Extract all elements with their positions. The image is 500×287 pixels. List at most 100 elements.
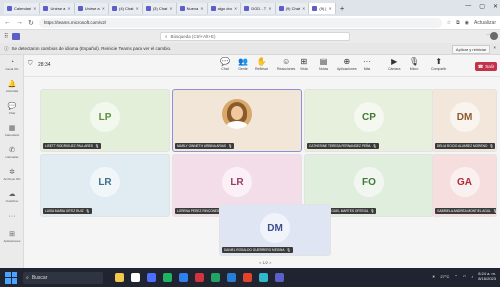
info-icon: ⓘ <box>4 45 9 51</box>
update-button[interactable]: Actualizar <box>474 20 496 26</box>
avatar[interactable] <box>490 32 498 40</box>
close-icon[interactable]: ✕ <box>200 6 203 11</box>
browser-tab[interactable]: DGD ‑ T ✕ <box>241 2 276 14</box>
participant-tile[interactable]: DM DELIA ROCIO ALVAREZ MORENO 🎙 <box>432 89 497 152</box>
clock[interactable]: 8:24 a. m. 8/16/2023 <box>478 271 496 281</box>
extensions-icon[interactable]: ⧉ <box>456 20 460 26</box>
participant-tile[interactable]: GA GABRIELA ANDREA MONTIEL AGUL 🎙 <box>432 154 497 217</box>
close-icon[interactable]: × <box>493 45 496 54</box>
rail-item-bell[interactable]: 🔔 Actividad <box>0 81 24 93</box>
browser-tab[interactable]: (3) Chat ✕ <box>142 2 177 14</box>
more-button[interactable]: ··· Más <box>363 57 371 71</box>
browser-tab[interactable]: (4) Chat ✕ <box>109 2 143 14</box>
participant-tile-speaking[interactable]: MARLY GINNETH URBINA ARIAS 🎙 <box>172 89 302 152</box>
tab-favicon-icon <box>77 5 83 11</box>
reactions-button[interactable]: ☺ Reacciones <box>277 57 295 71</box>
tab-favicon-icon <box>278 5 284 11</box>
avatar: FO <box>354 167 384 197</box>
people-button[interactable]: 👥 Gente <box>238 57 248 71</box>
leave-button[interactable]: ☎ Salir <box>475 62 497 71</box>
tab-label: Nueva <box>186 5 199 11</box>
system-tray: ☀ 27°C ⌃ ◠ ♪ 8:24 a. m. 8/16/2023 <box>432 271 496 281</box>
browser-tab[interactable]: Unirse a ✕ <box>74 2 110 14</box>
weather-temp: 27°C <box>440 273 450 279</box>
apply-restart-button[interactable]: Aplicar y reiniciar <box>451 45 491 54</box>
mic-muted-icon: 🎙 <box>489 144 494 148</box>
gallery-pager[interactable]: < 1/2 > <box>259 260 271 265</box>
share-button[interactable]: ⬆ Compartir <box>431 57 446 71</box>
windows-taskbar: ⌕ Buscar ☀ 27°C ⌃ ◠ ♪ 8:24 a. m. 8/16/20… <box>0 268 500 287</box>
meeting-toolbar: ⛉ 28:34 💬 Chat 👥 Gente ✋ Reflrisar ☺ Reaccio… <box>24 55 500 77</box>
minimize-icon[interactable]: — <box>465 3 471 10</box>
forward-icon[interactable]: → <box>16 19 23 26</box>
control-label: Más <box>363 67 371 71</box>
taskbar-search-input[interactable]: ⌕ Buscar <box>23 271 103 284</box>
chat-button[interactable]: 💬 Chat <box>220 57 230 71</box>
mail-icon[interactable] <box>195 273 204 282</box>
browser-tab[interactable]: algo dro ✕ <box>207 2 242 14</box>
mic-muted-icon: 🎙 <box>286 248 291 252</box>
app-launcher-icon[interactable]: ⠿ <box>4 33 8 40</box>
mic-button[interactable]: 🎙 Micro <box>409 57 419 71</box>
task-view-icon[interactable] <box>131 273 140 282</box>
participant-tile[interactable]: LP LISETT RODRIGUEZ PALLARES 🎙 <box>40 89 170 152</box>
chevron-up-icon[interactable]: ⌃ <box>454 274 457 279</box>
camera-button[interactable]: ▶ Cámara <box>388 57 400 71</box>
close-icon[interactable]: ✕ <box>169 6 172 11</box>
phone-icon: ✆ <box>9 147 15 154</box>
more-icon: ··· <box>8 213 16 220</box>
rail-item-chat[interactable]: 💬 Chat <box>0 103 24 115</box>
close-icon[interactable]: ✕ <box>328 6 331 11</box>
excel-icon[interactable] <box>211 273 220 282</box>
teams-icon[interactable] <box>275 273 284 282</box>
participant-tile[interactable]: DM DANIEL ROSALDO GUERRERO MEDINA 🎙 <box>219 204 331 256</box>
rail-item-calendar[interactable]: ▦ Calendario <box>0 125 24 137</box>
volume-icon[interactable]: ♪ <box>471 274 473 279</box>
close-icon[interactable]: ✕ <box>33 6 36 11</box>
back-icon[interactable]: ← <box>4 19 11 26</box>
close-icon[interactable]: ✕ <box>67 6 70 11</box>
search-input[interactable]: ⌕ Búsqueda (Ctrl+Alt+E) <box>160 32 350 41</box>
browser-tab[interactable]: Nueva ✕ <box>176 2 208 14</box>
teams-app-icon[interactable] <box>147 273 156 282</box>
browser-tab[interactable]: Unirse a ✕ <box>40 2 75 14</box>
notes-button[interactable]: ▤ Notas <box>319 57 328 71</box>
rail-item-calls[interactable]: ✆ Llamadas <box>0 147 24 159</box>
edge-icon[interactable] <box>163 273 172 282</box>
windows-start-icon[interactable] <box>5 271 17 284</box>
rail-item-more[interactable]: ··· <box>0 213 24 221</box>
phone-hangup-icon: ☎ <box>477 63 484 69</box>
rail-item-label: Calendario <box>4 133 20 137</box>
rail-item-onedrive[interactable]: ☁ OneDrive <box>0 191 24 203</box>
star-icon[interactable]: ☆ <box>447 20 451 26</box>
rail-item-files[interactable]: ✲ Archivos Ofc <box>0 169 24 181</box>
browser-tab-active[interactable]: (9) | ✕ <box>309 2 336 14</box>
raise-hand-button[interactable]: ✋ Reflrisar <box>255 57 268 71</box>
rail-item-activity[interactable]: ◔ Canal Ofc <box>0 59 24 71</box>
browser-tab[interactable]: Calendari ✕ <box>4 2 41 14</box>
apps-button[interactable]: ⊕ Aplicaciones <box>337 57 357 71</box>
file-explorer-icon[interactable] <box>179 273 188 282</box>
wifi-icon[interactable]: ◠ <box>463 274 467 279</box>
rail-item-label: OneDrive <box>5 199 19 203</box>
participant-tile[interactable]: LR LUISA MARIA ORTIZ RUIZ 🎙 <box>40 154 170 217</box>
maximize-icon[interactable]: ▢ <box>479 3 485 10</box>
profile-icon[interactable]: ◉ <box>465 20 469 26</box>
view-button[interactable]: ⊞ Vista <box>300 57 308 71</box>
close-window-icon[interactable]: ✕ <box>493 3 498 10</box>
powerpoint-icon[interactable] <box>243 273 252 282</box>
close-icon[interactable]: ✕ <box>135 6 138 11</box>
url-field[interactable]: https://teams.microsoft.com/v2/ <box>38 17 442 28</box>
participant-tile[interactable]: CP CATHERINE TERESA FERNANDEZ PEÑA 🎙 <box>304 89 434 152</box>
close-icon[interactable]: ✕ <box>268 6 271 11</box>
close-icon[interactable]: ✕ <box>302 6 305 11</box>
browser-tab[interactable]: (9) Chat ✕ <box>275 2 310 14</box>
word-icon[interactable] <box>227 273 236 282</box>
close-icon[interactable]: ✕ <box>234 6 237 11</box>
close-icon[interactable]: ✕ <box>102 6 105 11</box>
reload-icon[interactable]: ↻ <box>28 19 34 27</box>
rail-item-apps[interactable]: ⊞ Aplicaciones <box>0 231 24 243</box>
widgets-icon[interactable] <box>115 273 124 282</box>
chrome-icon[interactable] <box>259 273 268 282</box>
new-tab-button[interactable]: + <box>336 4 349 13</box>
